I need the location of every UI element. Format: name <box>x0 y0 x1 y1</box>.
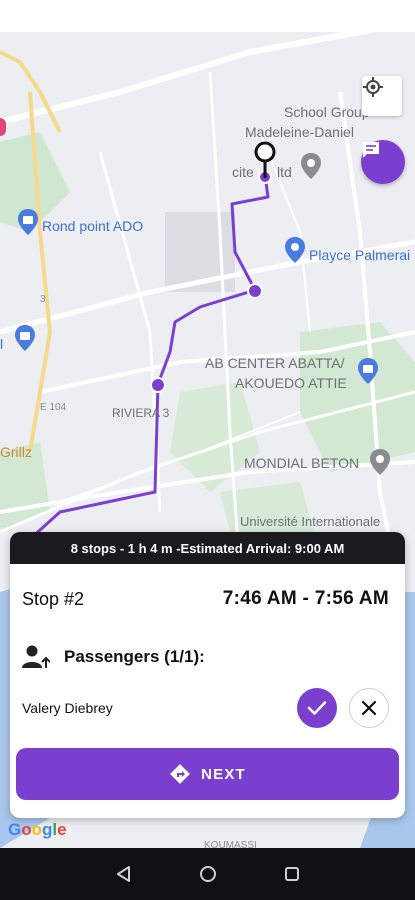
google-logo: Google <box>8 820 67 839</box>
confirm-passenger-button[interactable] <box>297 688 337 728</box>
road-label-3: 3 <box>40 294 46 305</box>
stop-details-card: 8 stops - 1 h 4 m -Estimated Arrival: 9:… <box>10 532 405 818</box>
my-location-icon <box>363 77 383 97</box>
home-button[interactable] <box>178 865 238 883</box>
system-nav-bar <box>0 848 415 900</box>
chat-icon <box>363 142 379 158</box>
passenger-icon <box>22 645 50 668</box>
recents-icon <box>284 867 299 881</box>
map-label-edge: l <box>0 336 4 352</box>
chat-button[interactable] <box>361 140 405 184</box>
passengers-header: Passengers (1/1): <box>22 644 205 670</box>
next-button[interactable]: NEXT <box>16 748 399 800</box>
map-label-ltd: ltd <box>277 164 292 180</box>
map-label-akouedo: AKOUEDO ATTIE <box>235 375 347 391</box>
map-label-mondial: MONDIAL BETON <box>244 455 360 471</box>
check-icon <box>307 701 327 715</box>
back-button[interactable] <box>94 865 154 883</box>
map-label-ab-center: AB CENTER ABATTA/ <box>205 355 345 371</box>
map-label-playce: Playce Palmerai <box>309 247 411 263</box>
close-icon <box>361 700 377 716</box>
map-label-grillz: Grillz <box>0 444 32 460</box>
passengers-title: Passengers (1/1): <box>64 647 205 666</box>
road-label-e104: E 104 <box>40 402 67 413</box>
stop-row: Stop #2 7:46 AM - 7:56 AM <box>22 588 389 610</box>
reject-passenger-button[interactable] <box>349 688 389 728</box>
passenger-row: Valery Diebrey <box>22 688 389 728</box>
trip-summary: 8 stops - 1 h 4 m -Estimated Arrival: 9:… <box>10 532 405 564</box>
map-label-riviera: RIVIERA 3 <box>112 406 170 420</box>
passenger-name: Valery Diebrey <box>22 700 113 716</box>
status-bar <box>0 0 415 32</box>
map-label-universite: Université Internationale <box>240 514 381 529</box>
back-icon <box>116 866 130 882</box>
map-label-rond-point: Rond point ADO <box>42 218 144 234</box>
stop-time-window: 7:46 AM - 7:56 AM <box>222 588 389 609</box>
directions-icon <box>170 764 190 784</box>
my-location-button[interactable] <box>362 76 402 116</box>
map-label-madeleine: Madeleine-Daniel <box>245 124 354 140</box>
stop-label: Stop #2 <box>22 588 85 609</box>
recents-button[interactable] <box>262 866 322 882</box>
map-label-cite: cite <box>232 164 254 180</box>
next-label: NEXT <box>201 765 246 783</box>
road-label-koumassi: KOUMASSI <box>204 840 257 848</box>
home-icon <box>199 866 216 882</box>
map-label-school: School Group <box>284 104 370 120</box>
passenger-actions <box>297 688 389 728</box>
